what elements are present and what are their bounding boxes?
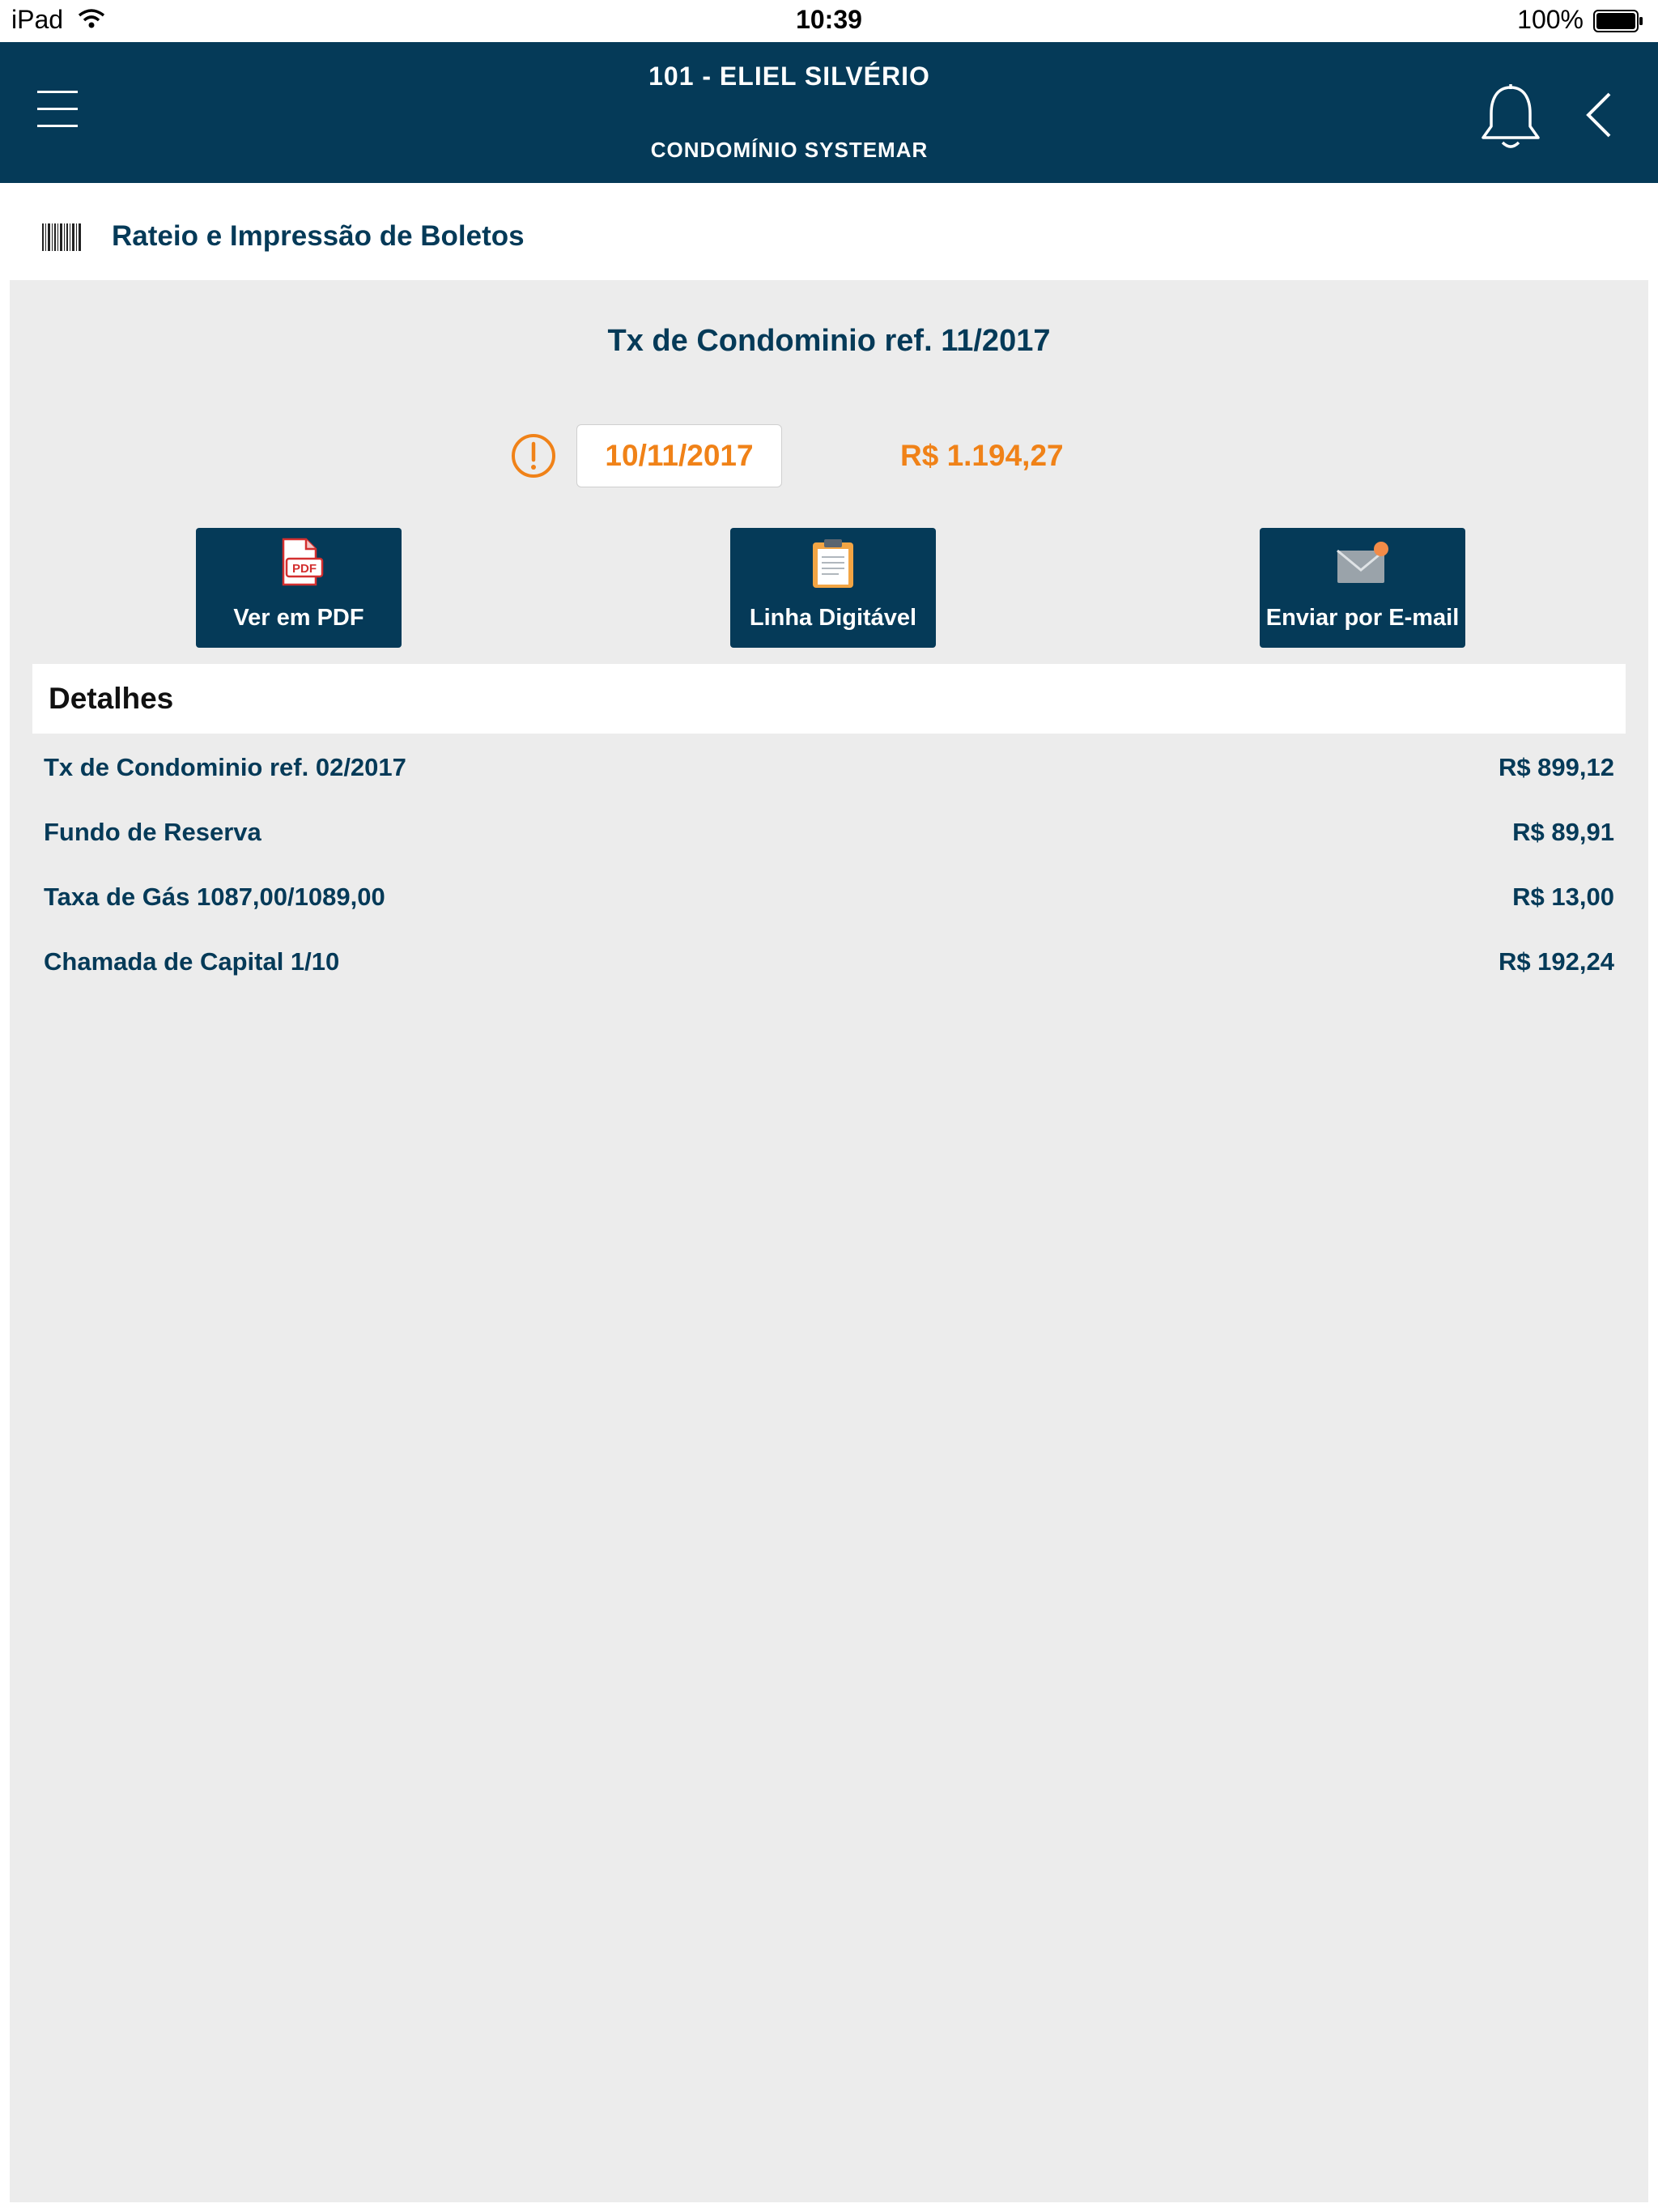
view-pdf-button[interactable]: PDF Ver em PDF bbox=[196, 528, 402, 648]
detail-row: Tx de Condominio ref. 02/2017 R$ 899,12 bbox=[44, 743, 1614, 792]
invoice-title: Tx de Condominio ref. 11/2017 bbox=[607, 324, 1051, 358]
barcode-icon bbox=[42, 223, 81, 251]
status-bar: iPad 10:39 100% bbox=[0, 0, 1658, 42]
view-pdf-label: Ver em PDF bbox=[233, 605, 364, 631]
mail-icon bbox=[1337, 542, 1388, 583]
detail-amount: R$ 89,91 bbox=[1512, 818, 1614, 846]
detail-amount: R$ 192,24 bbox=[1498, 947, 1614, 976]
battery-percentage: 100% bbox=[1517, 5, 1584, 34]
chevron-left-icon[interactable] bbox=[1579, 89, 1619, 141]
detail-description: Fundo de Reserva bbox=[44, 818, 261, 846]
hamburger-menu-icon[interactable] bbox=[37, 91, 78, 131]
clipboard-icon bbox=[813, 539, 853, 588]
detail-row: Fundo de Reserva R$ 89,91 bbox=[44, 808, 1614, 857]
send-email-label: Enviar por E-mail bbox=[1265, 605, 1460, 631]
main-content: Rateio e Impressão de Boletos Tx de Cond… bbox=[10, 191, 1648, 2202]
condominium-name: CONDOMÍNIO SYSTEMAR bbox=[650, 138, 929, 162]
unit-owner-title: 101 - ELIEL SILVÉRIO bbox=[648, 62, 930, 91]
digitable-line-label: Linha Digitável bbox=[749, 605, 917, 631]
send-email-button[interactable]: Enviar por E-mail bbox=[1260, 528, 1465, 648]
section-title: Rateio e Impressão de Boletos bbox=[112, 220, 525, 252]
detail-amount: R$ 13,00 bbox=[1512, 883, 1614, 911]
detail-row: Taxa de Gás 1087,00/1089,00 R$ 13,00 bbox=[44, 873, 1614, 921]
details-title: Detalhes bbox=[49, 682, 174, 715]
detail-description: Taxa de Gás 1087,00/1089,00 bbox=[44, 883, 385, 911]
section-header: Rateio e Impressão de Boletos bbox=[10, 191, 1648, 280]
detail-description: Tx de Condominio ref. 02/2017 bbox=[44, 753, 406, 781]
detail-amount: R$ 899,12 bbox=[1498, 753, 1614, 781]
digitable-line-button[interactable]: Linha Digitável bbox=[730, 528, 936, 648]
clock: 10:39 bbox=[796, 5, 862, 34]
pdf-icon: PDF bbox=[282, 538, 324, 586]
bell-icon[interactable] bbox=[1478, 83, 1543, 152]
navigation-bar: 101 - ELIEL SILVÉRIO CONDOMÍNIO SYSTEMAR bbox=[0, 42, 1658, 183]
svg-text:PDF: PDF bbox=[292, 562, 317, 576]
due-date-field[interactable]: 10/11/2017 bbox=[576, 424, 782, 487]
battery-icon bbox=[1593, 10, 1643, 32]
detail-row: Chamada de Capital 1/10 R$ 192,24 bbox=[44, 938, 1614, 986]
detail-description: Chamada de Capital 1/10 bbox=[44, 947, 340, 976]
alert-circle-icon bbox=[512, 434, 555, 478]
total-amount: R$ 1.194,27 bbox=[900, 439, 1064, 472]
details-header: Detalhes bbox=[32, 664, 1626, 734]
